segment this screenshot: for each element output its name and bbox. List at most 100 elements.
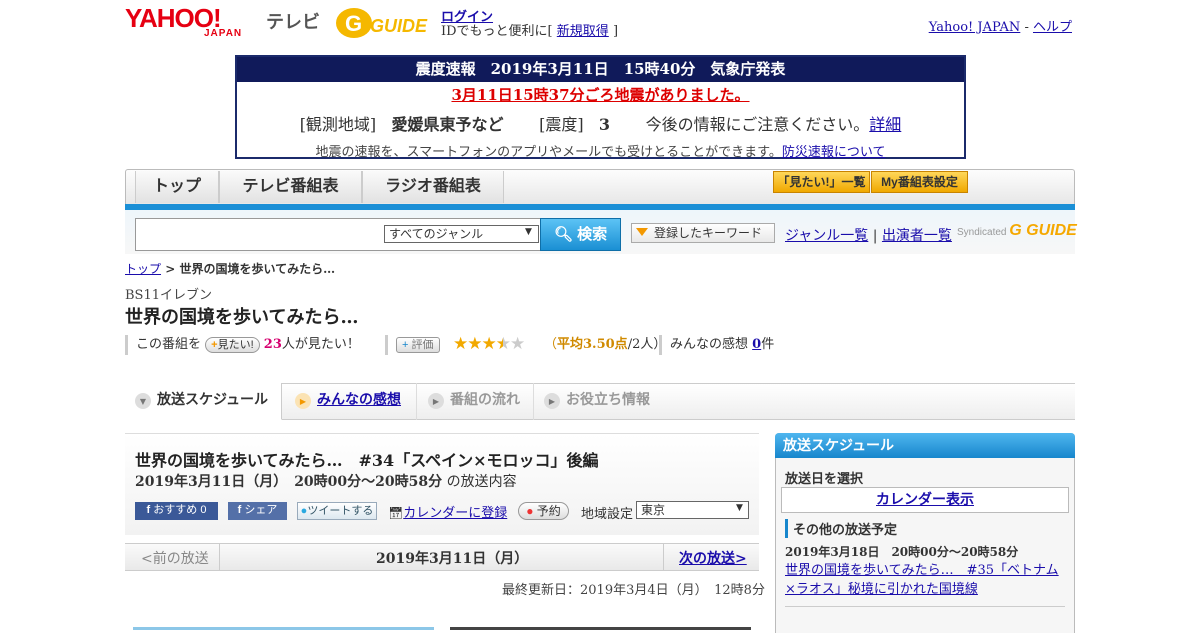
want-info: この番組を +見たい! 23人が見たい！ [136, 335, 360, 355]
episode-title: 世界の国境を歩いてみたら… #34「スペイン×モロッコ」後編 [135, 451, 599, 470]
tab-schedule[interactable]: ▼ 放送スケジュール [125, 383, 282, 420]
reserve-label: 予約 [536, 504, 561, 518]
note-text: 地震の速報を、スマートフォンのアプリやメールでも受けとることができます。 [315, 145, 782, 160]
disaster-alert-link[interactable]: 防災速報について [782, 145, 886, 160]
page-title: 世界の国境を歩いてみたら… [125, 307, 359, 328]
breadcrumb-top[interactable]: トップ [125, 262, 161, 276]
star-icon: ★ [467, 334, 482, 354]
signup-link[interactable]: 新規取得 [557, 24, 609, 39]
tab-label: お役立ち情報 [566, 392, 650, 408]
record-icon: ● [526, 504, 534, 518]
opinion-count-link[interactable]: 0 [752, 337, 761, 352]
id-promo-close: ] [612, 24, 619, 39]
avg-open: （ [544, 337, 558, 352]
want-button-label: 見たい! [217, 339, 254, 351]
want-prefix: この番組を [136, 337, 202, 352]
gguide-small-logo: G GUIDE [1009, 222, 1077, 239]
intensity-value: 3 [598, 115, 610, 134]
tweet-button[interactable]: ●ツイートする [297, 502, 377, 520]
pager-divider [219, 543, 220, 571]
play-icon: ▶ [544, 393, 560, 409]
want-suffix: 人が見たい！ [281, 337, 360, 352]
search-button[interactable]: 🔍︎ 検索 [540, 218, 621, 251]
calendar-display-link[interactable]: カレンダー表示 [876, 492, 974, 508]
region-select[interactable]: 東京 [636, 501, 749, 519]
share-button[interactable]: f シェア [228, 502, 287, 520]
info-divider [659, 335, 662, 355]
star-half-icon: ★ [495, 334, 511, 354]
sidebar-divider [785, 606, 1065, 607]
rating-stars: ★★★★★ [453, 334, 525, 354]
dropdown-arrow-icon: ▼ [736, 503, 743, 513]
earthquake-alert-link[interactable]: 3月11日15時37分ごろ地震がありました。 [237, 84, 964, 105]
opinion-label: みんなの感想 [670, 337, 749, 352]
dropdown-arrow-icon: ▼ [525, 227, 532, 237]
recommend-button[interactable]: f おすすめ 0 [135, 502, 218, 520]
tweet-label: ツイートする [307, 505, 374, 517]
calendar-display-button[interactable]: カレンダー表示 [781, 487, 1069, 513]
episode-datetime: 2019年3月11日（月） 20時00分～20時58分 の放送内容 [135, 471, 517, 491]
opinion-unit: 件 [761, 337, 775, 352]
earthquake-bulletin: 震度速報 2019年3月11日 15時40分 気象庁発表 3月11日15時37分… [235, 55, 966, 160]
yahoo-japan-link[interactable]: Yahoo! JAPAN [929, 20, 1021, 35]
region-value: 愛媛県東予など [391, 115, 504, 134]
tab-label: 放送スケジュール [157, 392, 269, 408]
chevron-down-icon: ▼ [135, 393, 151, 409]
reserve-button[interactable]: ● 予約 [518, 502, 569, 520]
gguide-logo: G GUIDE [334, 6, 434, 40]
want-count: 23 [263, 337, 282, 352]
svg-text:G: G [345, 11, 362, 36]
notice-text: 今後の情報にご注意ください。 [645, 115, 870, 134]
nav-tab-radio-schedule[interactable]: ラジオ番組表 [362, 171, 504, 203]
calendar-icon: 📅︎ [388, 506, 404, 520]
episode-datetime-suffix: の放送内容 [446, 474, 517, 490]
prev-broadcast: <前の放送 [141, 551, 209, 567]
rating-average: （平均3.50点/2人） [544, 335, 666, 355]
syndicated-text: Syndicated [957, 227, 1007, 238]
list-links: ジャンル一覧 | 出演者一覧 [785, 225, 952, 245]
facebook-icon: f [146, 504, 151, 516]
select-date-label: 放送日を選択 [785, 472, 864, 487]
want-list-button[interactable]: 「見たい!」一覧 [773, 171, 870, 193]
region-label: [観測地域] [299, 115, 377, 134]
breadcrumb-current: 世界の国境を歩いてみたら… [179, 262, 336, 276]
pager-date: 2019年3月11日（月） [376, 551, 529, 567]
star-empty-icon: ★ [510, 334, 525, 354]
yahoo-japan-logo[interactable]: YAHOO! [125, 5, 222, 31]
tab-flow: ▶ 番組の流れ [418, 383, 534, 420]
play-icon: ▶ [428, 393, 444, 409]
breadcrumb: トップ > 世界の国境を歩いてみたら… [125, 260, 335, 277]
next-airing-link[interactable]: 世界の国境を歩いてみたら… #35「ベトナム×ラオス」秘境に引かれた国境線 [785, 561, 1065, 599]
genre-select[interactable]: すべてのジャンル [384, 225, 539, 243]
sidebar-header: 放送スケジュール [775, 433, 1075, 458]
earthquake-info: [観測地域] 愛媛県東予など [震度] 3 今後の情報にご注意ください。詳細 [237, 111, 964, 135]
opinion-info: みんなの感想 0件 [670, 335, 774, 355]
tab-useful-info: ▶ お役立ち情報 [534, 383, 674, 420]
registered-keyword-button[interactable]: 登録したキーワード [631, 223, 775, 243]
genre-list-link[interactable]: ジャンル一覧 [785, 228, 868, 244]
breadcrumb-sep: > [161, 262, 180, 276]
tab-label: みんなの感想 [317, 392, 401, 408]
calendar-register[interactable]: 📅︎カレンダーに登録 [388, 502, 507, 521]
rate-button[interactable]: + 評価 [396, 335, 440, 355]
info-divider [385, 335, 388, 355]
help-link[interactable]: ヘルプ [1033, 20, 1072, 35]
detail-link[interactable]: 詳細 [869, 115, 901, 134]
my-schedule-button[interactable]: My番組表設定 [871, 171, 968, 193]
earthquake-headline: 震度速報 2019年3月11日 15時40分 気象庁発表 [237, 57, 964, 82]
tab-opinions[interactable]: ▶ みんなの感想 [285, 383, 417, 420]
other-schedule-label: その他の放送予定 [785, 519, 897, 538]
id-promo: IDでもっと便利に[ 新規取得 ] [441, 20, 618, 39]
region-setting-label: 地域設定 [581, 507, 634, 522]
next-broadcast-link[interactable]: 次の放送> [679, 548, 747, 568]
recommend-label: おすすめ 0 [153, 504, 207, 516]
calendar-register-link[interactable]: カレンダーに登録 [403, 506, 507, 521]
rate-button-label: 評価 [411, 339, 434, 351]
performer-list-link[interactable]: 出演者一覧 [882, 228, 952, 244]
want-button[interactable]: +見たい! [205, 337, 260, 353]
star-icon: ★ [453, 334, 468, 354]
share-label: シェア [244, 504, 278, 516]
intensity-label: [震度] [539, 115, 584, 134]
nav-tab-top[interactable]: トップ [135, 171, 219, 203]
nav-tab-tv-schedule[interactable]: テレビ番組表 [219, 171, 362, 203]
